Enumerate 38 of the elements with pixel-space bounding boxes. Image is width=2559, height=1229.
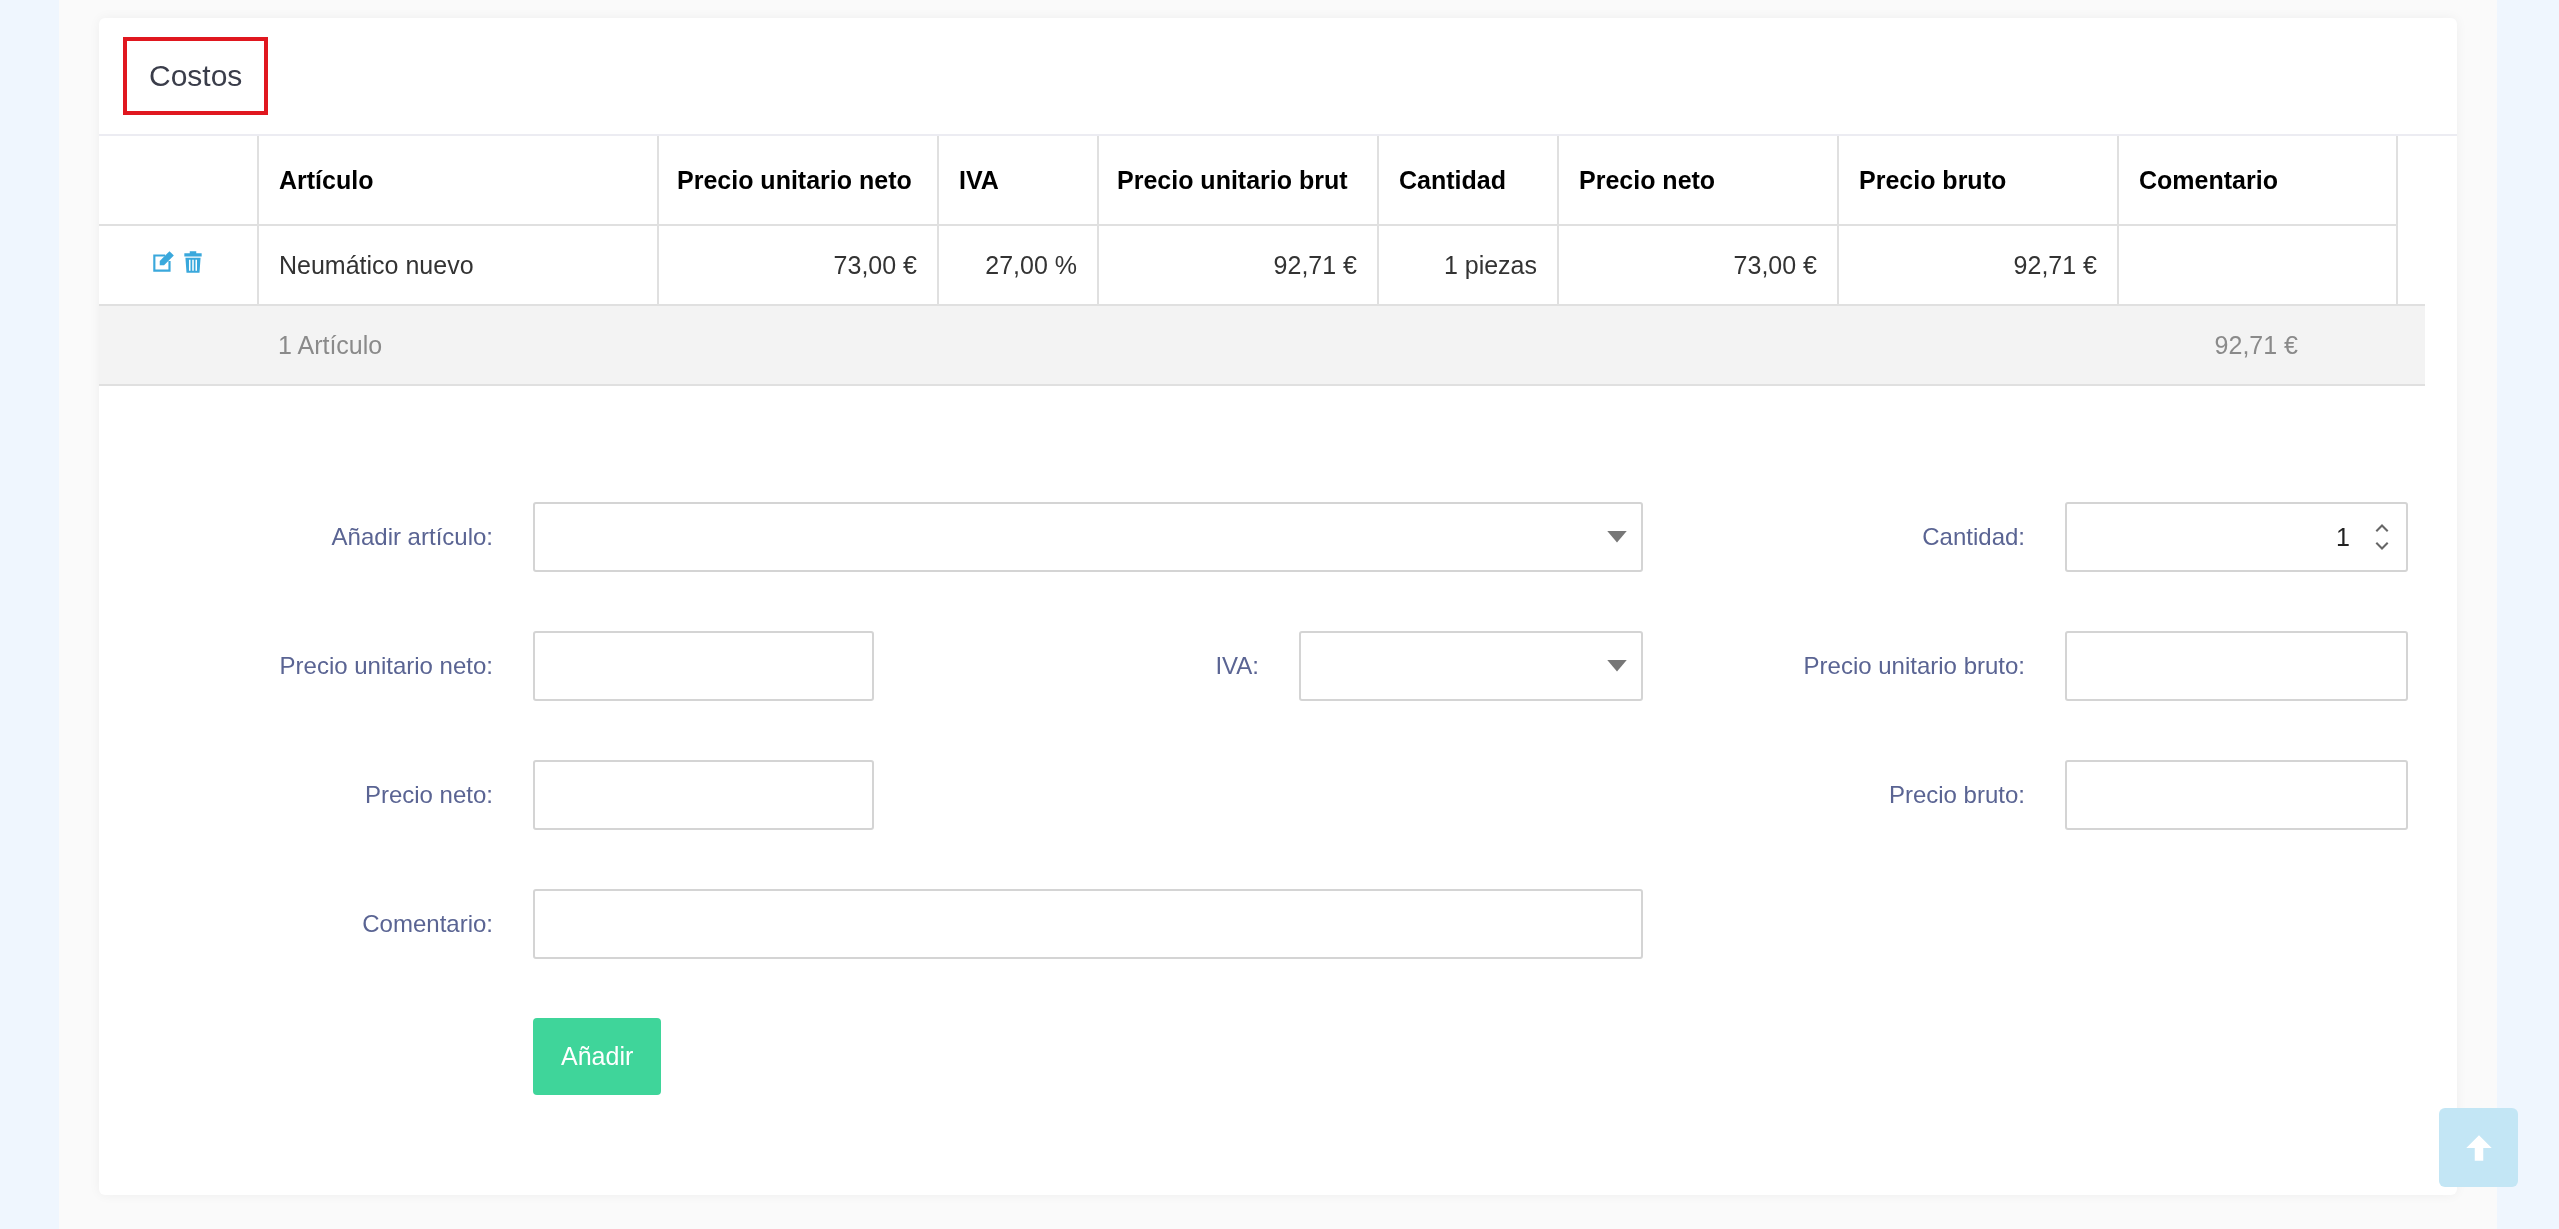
caret-icon [1607,659,1627,673]
column-header: Precio neto [1558,136,1838,225]
input-field[interactable] [533,631,874,701]
column-header: Artículo [258,136,658,225]
item-count: 1 Artículo [277,330,383,360]
field-label: Precio unitario neto: [279,652,494,680]
field-label: Precio bruto: [1888,781,2026,809]
scroll-to-top-button[interactable] [2439,1108,2518,1187]
table-cell: 27,00 % [985,250,1077,279]
table-cell: 73,00 € [1733,250,1817,279]
table-cell: 92,71 € [1273,250,1357,279]
vat-select[interactable] [1299,631,1643,701]
field-label: Comentario: [362,910,494,938]
table-cell: 92,71 € [2013,250,2097,279]
column-header: IVA [938,136,1098,225]
column-header: Comentario [2118,136,2397,225]
comment-field[interactable] [533,889,1643,959]
field-label: Precio unitario bruto: [1803,652,2026,680]
edit-icon[interactable] [150,249,176,275]
article-select[interactable] [533,502,1643,572]
column-header: Precio bruto [1838,136,2118,225]
caret-icon [1607,530,1627,544]
column-header: Precio unitario brut [1098,136,1378,225]
input-field[interactable] [2065,631,2408,701]
field-label: Precio neto: [364,781,494,809]
column-header: Precio unitario neto [658,136,938,225]
field-label: IVA: [1215,652,1260,680]
field-label: Añadir artículo: [331,523,494,551]
section-title: Costos [123,37,269,115]
total-amount: 92,71 € [2214,330,2299,360]
table-cell: Neumático nuevo [279,250,474,279]
input-field[interactable] [533,760,874,830]
column-header: Cantidad [1378,136,1558,225]
table-cell: 73,00 € [833,250,917,279]
table-cell: 1 piezas [1443,250,1537,279]
input-field[interactable] [2065,760,2408,830]
quantity-field[interactable]: 1 [2065,502,2408,572]
field-label: Cantidad: [1922,523,2026,551]
